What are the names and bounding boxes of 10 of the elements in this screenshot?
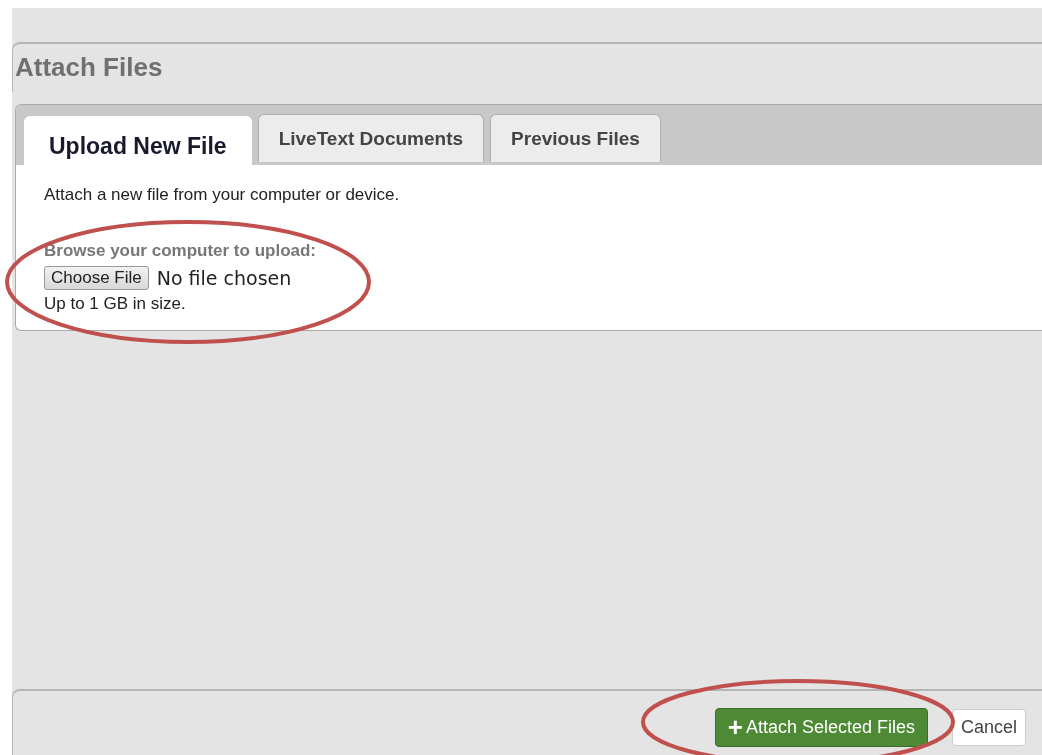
size-note: Up to 1 GB in size.: [44, 294, 187, 314]
tab[interactable]: Previous Files: [490, 114, 661, 162]
cancel-button[interactable]: Cancel: [951, 708, 1026, 746]
tab[interactable]: LiveText Documents: [257, 114, 485, 162]
file-status: No file chosen: [156, 267, 292, 289]
intro-text: Attach a new file from your computer or device.: [44, 185, 401, 205]
choose-file-button[interactable]: Choose File: [44, 266, 149, 290]
dialog-title: Attach Files: [12, 42, 1042, 92]
attach-button[interactable]: +Attach Selected Files: [714, 707, 928, 747]
browse-label: Browse your computer to upload:: [44, 241, 318, 261]
